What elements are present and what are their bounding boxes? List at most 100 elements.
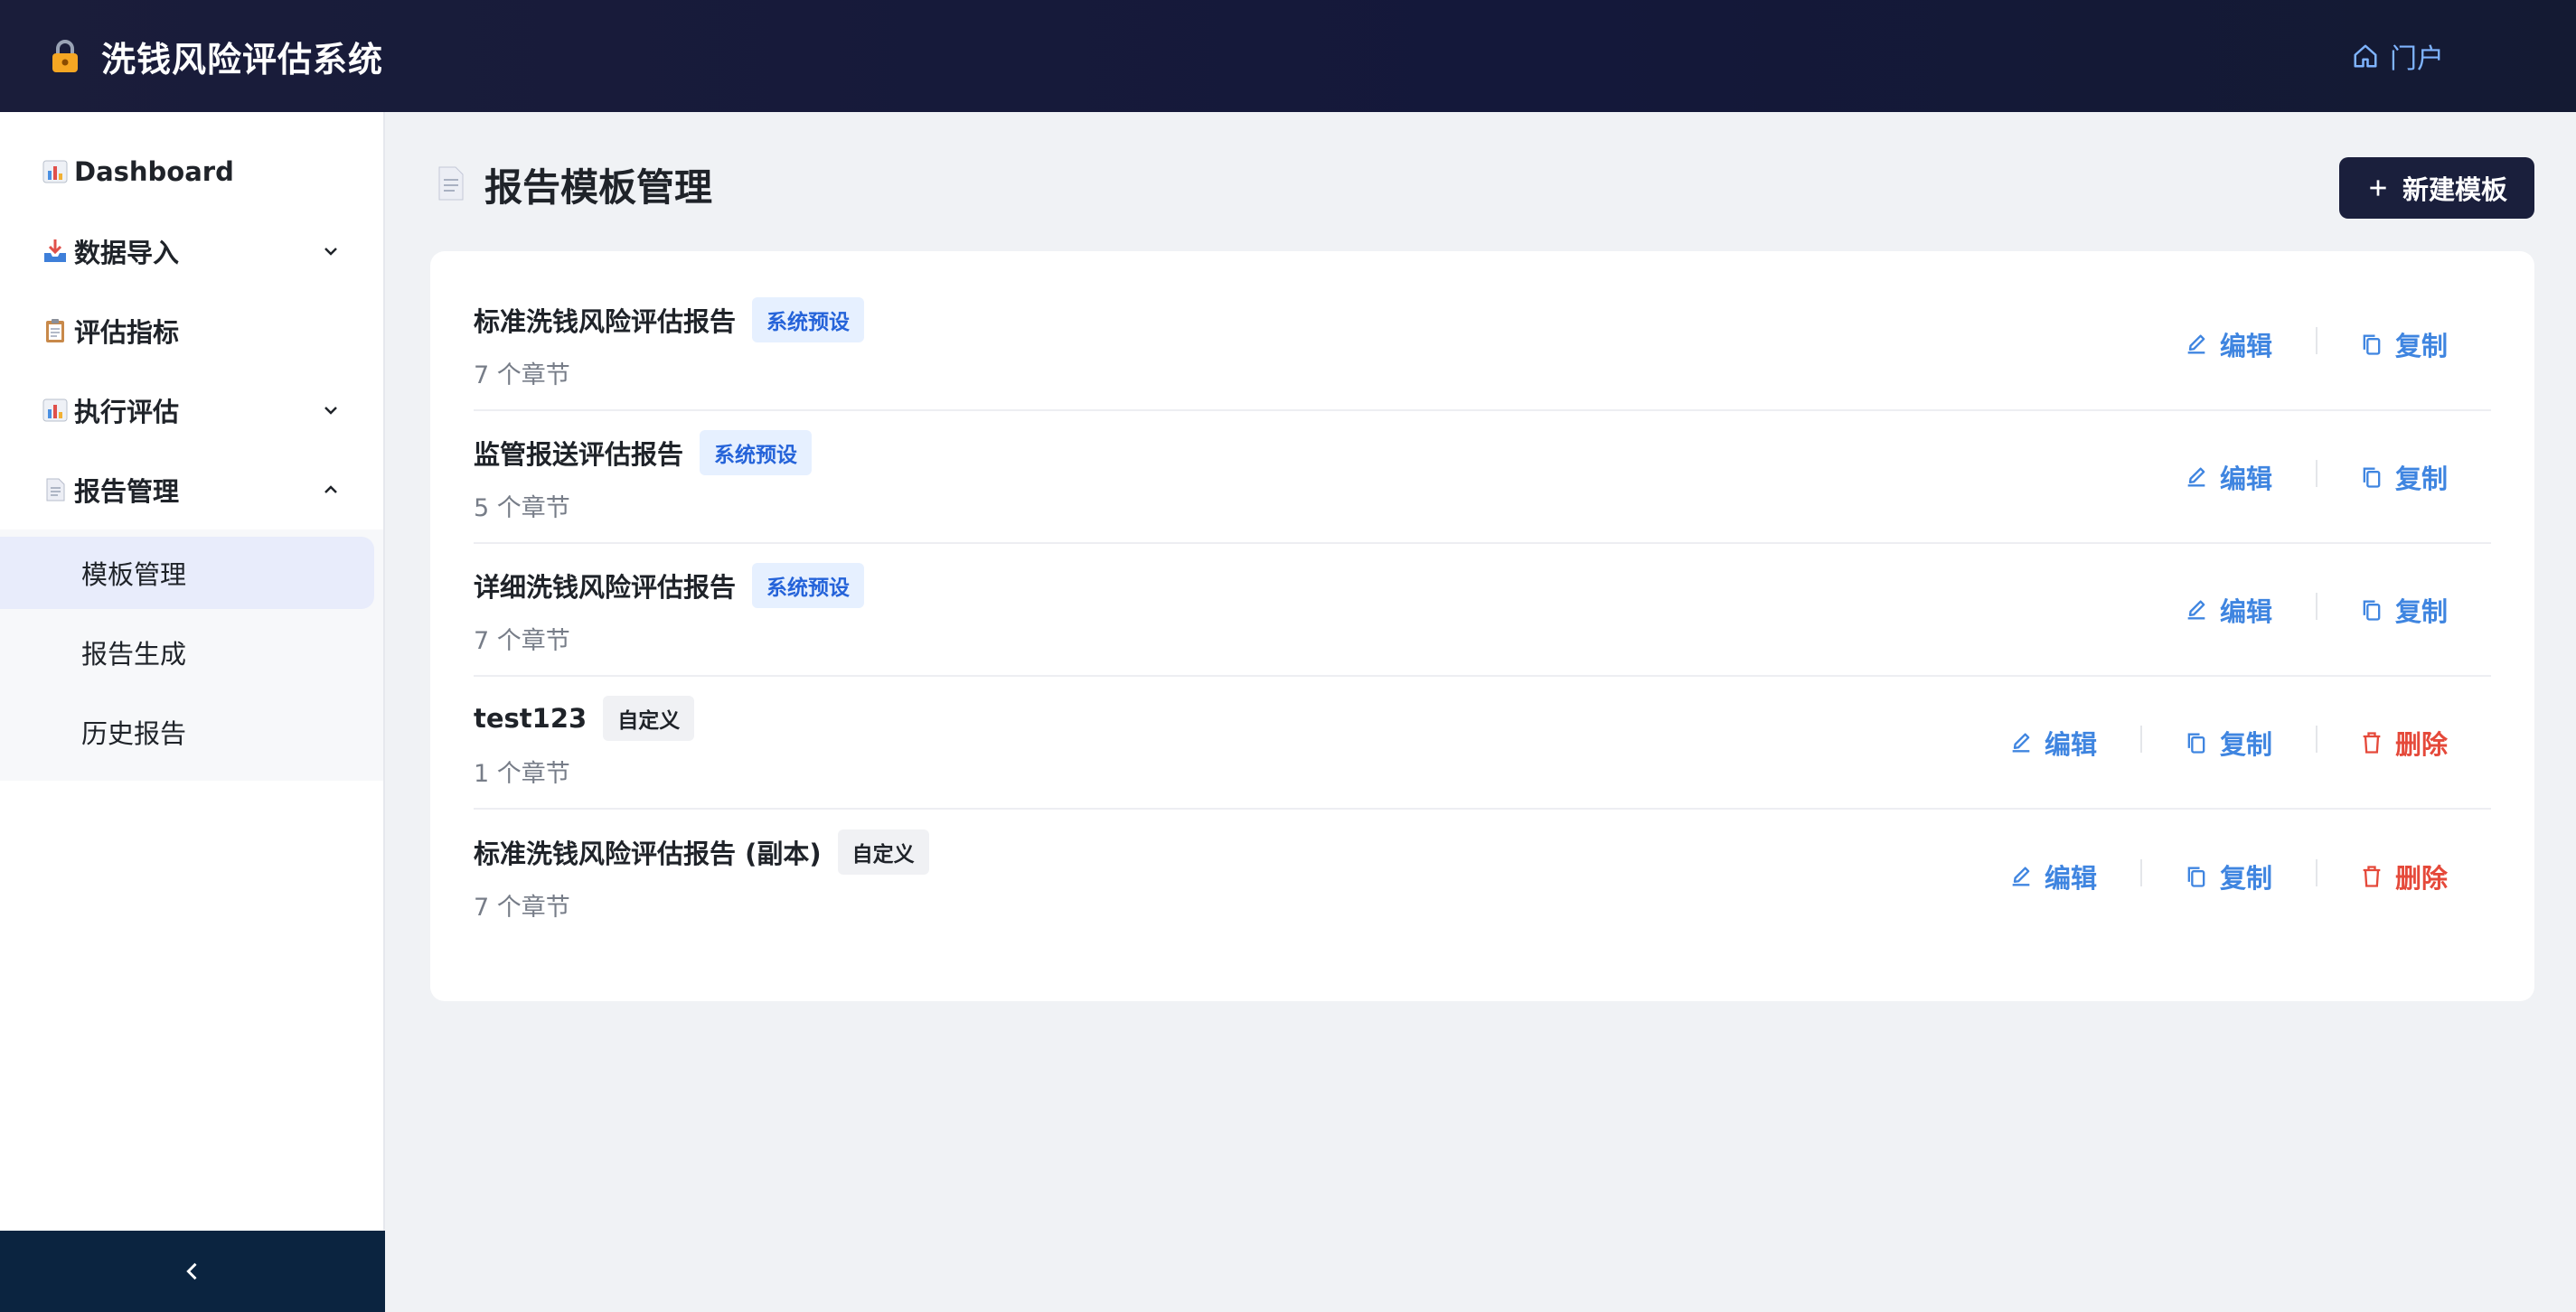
chevron-down-icon bbox=[324, 248, 337, 256]
bar-chart-icon bbox=[42, 397, 69, 424]
new-template-label: 新建模板 bbox=[2402, 174, 2507, 205]
template-name[interactable]: 监管报送评估报告 bbox=[474, 434, 683, 472]
edit-icon bbox=[2187, 467, 2205, 486]
copy-icon bbox=[2363, 467, 2381, 488]
app-title: 洗钱风险评估系统 bbox=[101, 39, 384, 80]
edit-icon bbox=[2012, 867, 2030, 886]
copy-icon bbox=[2187, 733, 2205, 754]
copy-button[interactable]: 复制 bbox=[2139, 857, 2316, 895]
delete-label: 删除 bbox=[2394, 728, 2448, 760]
template-info: test123 自定义 1 个章节 bbox=[474, 696, 695, 789]
section-count: 5 个章节 bbox=[474, 494, 570, 522]
edit-icon bbox=[2187, 334, 2205, 353]
template-type-badge: 自定义 bbox=[837, 829, 929, 875]
template-row: 详细洗钱风险评估报告 系统预设 7 个章节 编辑 复制 bbox=[474, 544, 2491, 677]
template-title-line: 详细洗钱风险评估报告 系统预设 bbox=[474, 563, 865, 608]
sidebar-collapse-button[interactable] bbox=[0, 1231, 385, 1312]
template-name[interactable]: 标准洗钱风险评估报告 bbox=[474, 301, 736, 339]
main-content: 报告模板管理 新建模板 标准洗钱风险评估报告 系统预设 7 个章节 编辑 复制 监管报送评… bbox=[387, 112, 2576, 1312]
copy-button[interactable]: 复制 bbox=[2315, 458, 2491, 496]
template-info: 详细洗钱风险评估报告 系统预设 7 个章节 bbox=[474, 563, 865, 656]
sidebar-item-label: 评估指标 bbox=[74, 317, 180, 348]
edit-button[interactable]: 编辑 bbox=[1965, 724, 2140, 762]
template-title-line: test123 自定义 bbox=[474, 696, 695, 741]
template-info: 标准洗钱风险评估报告 (副本) 自定义 7 个章节 bbox=[474, 829, 929, 923]
top-header: 洗钱风险评估系统 门户 bbox=[0, 0, 2576, 112]
section-count: 7 个章节 bbox=[474, 894, 570, 922]
template-name[interactable]: 详细洗钱风险评估报告 bbox=[474, 567, 736, 604]
sidebar-item-run-evaluation[interactable]: 执行评估 bbox=[0, 370, 383, 450]
template-list: 标准洗钱风险评估报告 系统预设 7 个章节 编辑 复制 监管报送评估报告 系统预设 5 个章节… bbox=[430, 251, 2534, 1001]
section-count: 7 个章节 bbox=[474, 361, 570, 389]
delete-button[interactable]: 删除 bbox=[2315, 724, 2491, 762]
sidebar-item-label: Dashboard bbox=[74, 156, 234, 187]
template-row: test123 自定义 1 个章节 编辑 复制 删除 bbox=[474, 677, 2491, 810]
delete-button[interactable]: 删除 bbox=[2315, 857, 2491, 895]
copy-icon bbox=[2363, 600, 2381, 621]
edit-button[interactable]: 编辑 bbox=[2140, 591, 2316, 629]
sidebar-item-data-import[interactable]: 数据导入 bbox=[0, 211, 383, 291]
copy-button[interactable]: 复制 bbox=[2139, 724, 2316, 762]
brand: 洗钱风险评估系统 bbox=[47, 32, 383, 81]
delete-label: 删除 bbox=[2394, 862, 2448, 894]
template-title-line: 监管报送评估报告 系统预设 bbox=[474, 430, 813, 475]
row-actions: 编辑 复制 bbox=[2140, 325, 2491, 363]
copy-label: 复制 bbox=[2394, 330, 2448, 361]
document-icon bbox=[42, 476, 69, 503]
edit-label: 编辑 bbox=[2044, 728, 2097, 760]
sidebar-subitem-report-generation[interactable]: 报告生成 bbox=[0, 616, 374, 689]
copy-icon bbox=[2363, 334, 2381, 355]
edit-label: 编辑 bbox=[2219, 595, 2272, 627]
edit-icon bbox=[2187, 600, 2205, 619]
section-count: 1 个章节 bbox=[474, 760, 570, 788]
template-type-badge: 系统预设 bbox=[752, 297, 865, 342]
row-actions: 编辑 复制 删除 bbox=[1965, 724, 2491, 762]
section-count: 7 个章节 bbox=[474, 627, 570, 655]
template-info: 监管报送评估报告 系统预设 5 个章节 bbox=[474, 430, 813, 523]
row-actions: 编辑 复制 bbox=[2140, 591, 2491, 629]
sidebar-item-dashboard[interactable]: Dashboard bbox=[0, 132, 383, 211]
sidebar-item-label: 报告管理 bbox=[74, 476, 180, 507]
sidebar-subitem-history-reports[interactable]: 历史报告 bbox=[0, 696, 374, 768]
edit-label: 编辑 bbox=[2044, 862, 2097, 894]
sidebar: Dashboard 数据导入 评估指标 执行评估 报告管理 模板管理 报告生成 … bbox=[0, 112, 385, 1312]
edit-button[interactable]: 编辑 bbox=[2140, 325, 2316, 363]
sidebar-item-label: 执行评估 bbox=[74, 397, 180, 427]
edit-label: 编辑 bbox=[2219, 330, 2272, 361]
template-type-badge: 自定义 bbox=[603, 696, 695, 741]
copy-icon bbox=[2187, 867, 2205, 887]
template-title-line: 标准洗钱风险评估报告 (副本) 自定义 bbox=[474, 829, 929, 875]
copy-label: 复制 bbox=[2219, 862, 2272, 894]
trash-icon bbox=[2363, 731, 2381, 754]
edit-icon bbox=[2012, 733, 2030, 752]
copy-button[interactable]: 复制 bbox=[2315, 591, 2491, 629]
plus-icon bbox=[2370, 180, 2386, 196]
template-type-badge: 系统预设 bbox=[700, 430, 813, 475]
chevron-down-icon bbox=[324, 407, 337, 415]
template-row: 监管报送评估报告 系统预设 5 个章节 编辑 复制 bbox=[474, 411, 2491, 544]
bar-chart-icon bbox=[42, 158, 69, 185]
copy-button[interactable]: 复制 bbox=[2315, 325, 2491, 363]
trash-icon bbox=[2363, 865, 2381, 887]
template-name[interactable]: 标准洗钱风险评估报告 (副本) bbox=[474, 833, 822, 871]
page-title: 报告模板管理 bbox=[484, 165, 713, 210]
home-icon bbox=[2354, 44, 2377, 68]
new-template-button[interactable]: 新建模板 bbox=[2338, 157, 2534, 219]
sidebar-subitem-template-management[interactable]: 模板管理 bbox=[0, 537, 374, 609]
template-row: 标准洗钱风险评估报告 系统预设 7 个章节 编辑 复制 bbox=[474, 278, 2491, 411]
clipboard-icon bbox=[42, 317, 69, 344]
sidebar-item-metrics[interactable]: 评估指标 bbox=[0, 291, 383, 370]
edit-button[interactable]: 编辑 bbox=[1965, 857, 2140, 895]
page-header: 报告模板管理 bbox=[432, 157, 712, 212]
chevron-up-icon bbox=[324, 485, 337, 493]
portal-label: 门户 bbox=[2390, 43, 2444, 75]
template-info: 标准洗钱风险评估报告 系统预设 7 个章节 bbox=[474, 297, 865, 390]
sidebar-item-label: 数据导入 bbox=[74, 238, 180, 268]
sidebar-item-report-management[interactable]: 报告管理 bbox=[0, 450, 383, 529]
document-icon bbox=[432, 164, 468, 207]
edit-button[interactable]: 编辑 bbox=[2140, 458, 2316, 496]
template-name[interactable]: test123 bbox=[474, 703, 587, 734]
inbox-tray-icon bbox=[42, 238, 69, 265]
portal-link[interactable]: 门户 bbox=[2352, 36, 2444, 76]
template-type-badge: 系统预设 bbox=[752, 563, 865, 608]
